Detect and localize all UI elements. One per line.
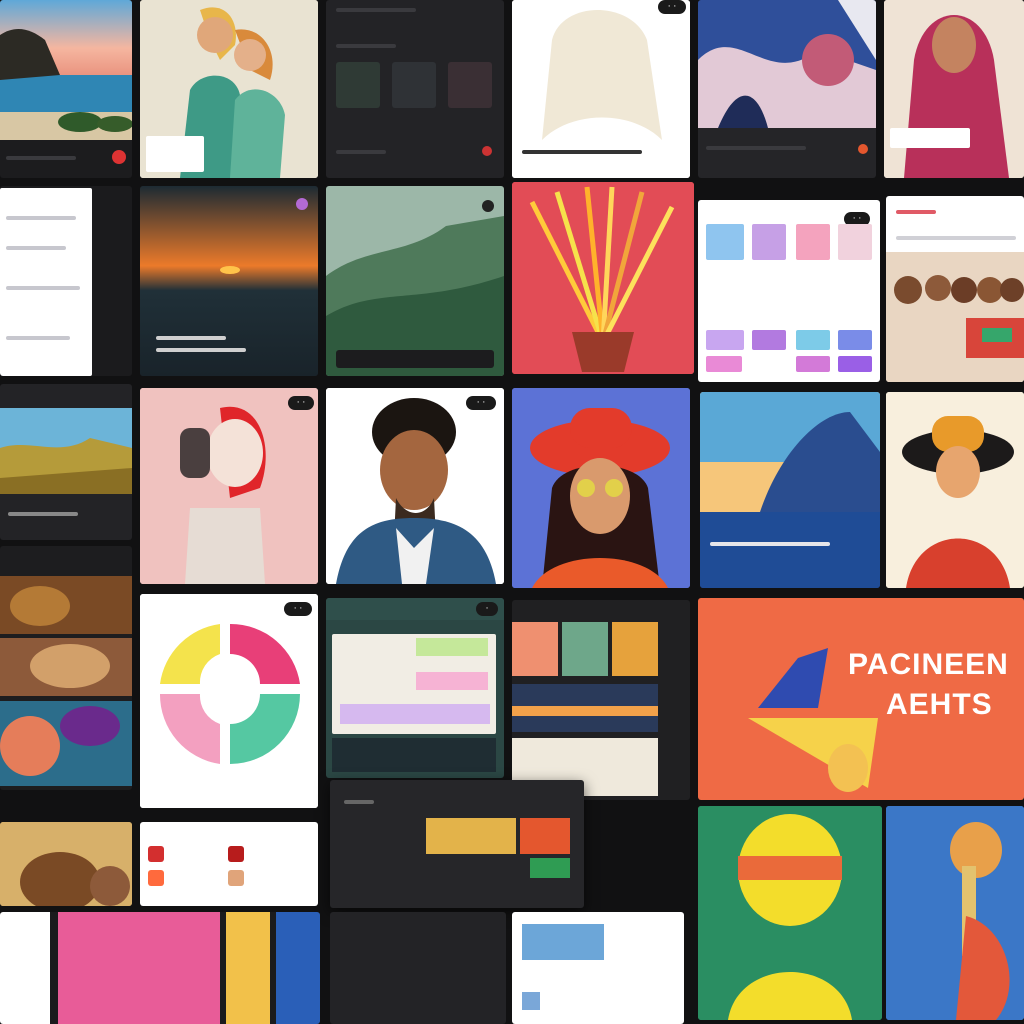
sunset-tile[interactable] (140, 186, 318, 376)
red-hat-portrait-tile[interactable] (512, 388, 690, 588)
video-editor-overlay[interactable] (330, 780, 584, 908)
hijab-portrait-image (884, 0, 1024, 178)
donut-chart-tile[interactable]: · · (140, 594, 318, 808)
desert-rocks-tile[interactable] (0, 822, 132, 906)
dark-panel-tile[interactable] (330, 912, 506, 1024)
dashboard-tables-tile[interactable]: · (326, 598, 504, 778)
record-dot-icon[interactable] (858, 144, 868, 154)
document-tile[interactable] (512, 912, 684, 1024)
misty-forest-tile[interactable] (326, 186, 504, 376)
paintings-column-image (0, 576, 132, 786)
close-icon[interactable] (482, 200, 494, 212)
more-icon[interactable]: · · (466, 396, 496, 410)
headphones-portrait-tile[interactable]: · · (140, 388, 318, 584)
widget-card[interactable] (392, 62, 436, 108)
hat-girl-tile[interactable] (886, 392, 1024, 588)
photo-gallery-tile[interactable] (512, 600, 690, 800)
sunset-thumbnail (512, 684, 658, 732)
man-portrait-tile[interactable]: · · (326, 388, 504, 584)
colorful-sticks-image (512, 182, 694, 374)
colorful-sticks-tile[interactable] (512, 182, 694, 374)
hat-girl-image (886, 392, 1024, 588)
green-face-tile[interactable] (698, 806, 882, 1020)
poster-title-line1: PACINEEN (848, 648, 1009, 681)
poster-title-line2: AEHTS (886, 688, 993, 721)
more-icon[interactable]: · (476, 602, 498, 616)
app-list-tile[interactable] (140, 822, 318, 906)
group-scene-image (886, 252, 1024, 382)
man-portrait-image (326, 388, 504, 584)
blue-figure-image (886, 806, 1024, 1020)
more-icon[interactable]: · · (288, 396, 314, 410)
landscape-editor-image (0, 408, 132, 494)
blue-mountain-tile[interactable] (700, 392, 880, 588)
group-scene-tile[interactable] (886, 196, 1024, 382)
misty-forest-image (326, 186, 504, 376)
blue-mountain-image (700, 392, 880, 588)
white-arch-tile[interactable]: · · (512, 0, 690, 178)
widget-card[interactable] (448, 62, 492, 108)
beach-landscape-image (0, 0, 132, 140)
record-dot-icon[interactable] (112, 150, 126, 164)
dark-dashboard-tile[interactable] (326, 0, 504, 178)
green-face-image (698, 806, 882, 1020)
record-dot-icon[interactable] (482, 146, 492, 156)
more-icon[interactable]: · · (658, 0, 686, 14)
blue-figure-tile[interactable] (886, 806, 1024, 1020)
donut-chart-image (140, 594, 318, 808)
record-dot-icon[interactable] (296, 198, 308, 210)
landscape-editor-tile[interactable] (0, 384, 132, 540)
ui-kit-tile[interactable]: · · (698, 200, 880, 382)
red-hat-portrait-image (512, 388, 690, 588)
two-women-illustration-tile[interactable] (140, 0, 318, 178)
widget-card[interactable] (336, 62, 380, 108)
settings-panel-tile[interactable] (0, 186, 132, 376)
abstract-painting-image (698, 0, 876, 128)
paintings-column-tile[interactable] (0, 546, 132, 790)
more-icon[interactable]: · · (284, 602, 312, 616)
hijab-portrait-tile[interactable] (884, 0, 1024, 178)
beach-landscape-tile[interactable] (0, 0, 132, 178)
poster-tile[interactable]: PACINEEN AEHTS (698, 598, 1024, 800)
desert-rocks-image (0, 822, 132, 906)
abstract-painting-tile[interactable] (698, 0, 876, 178)
headphones-portrait-image (140, 388, 318, 584)
bottom-row-tile[interactable] (0, 912, 320, 1024)
